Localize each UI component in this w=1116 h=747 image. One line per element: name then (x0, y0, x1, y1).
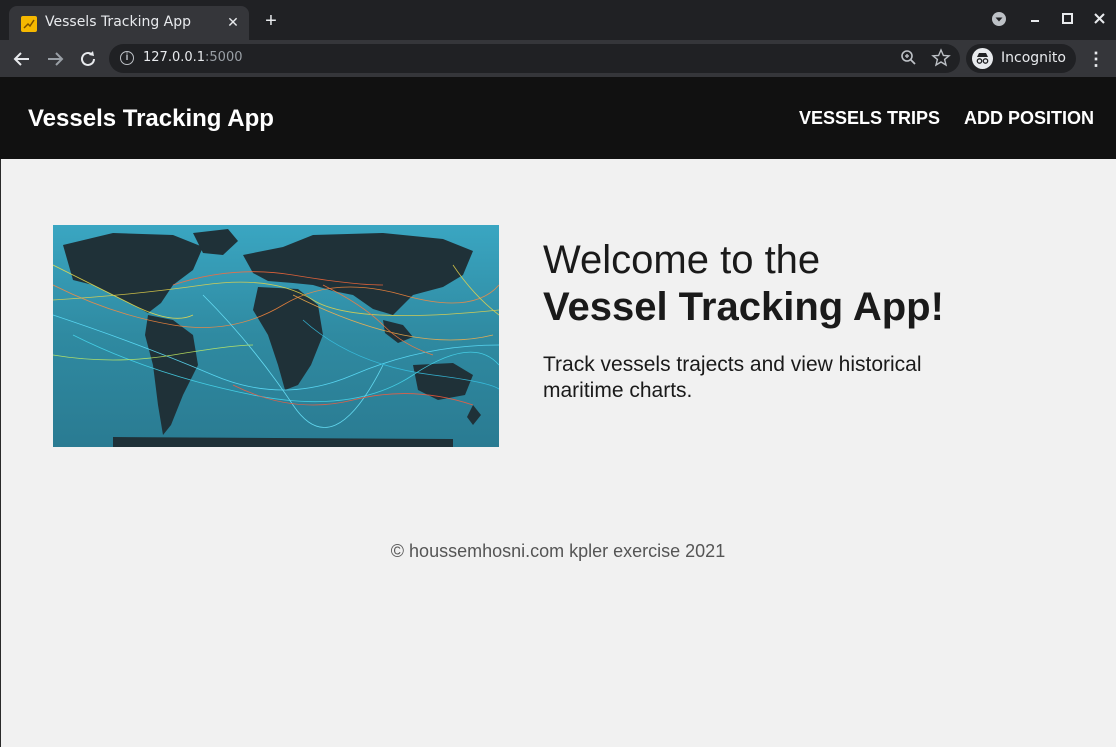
close-tab-icon[interactable]: ✕ (224, 13, 242, 31)
url-text: 127.0.0.1:5000 (143, 50, 243, 65)
browser-tab[interactable]: Vessels Tracking App ✕ (9, 6, 249, 40)
browser-toolbar: i 127.0.0.1:5000 Incognito ⋮ (0, 40, 1116, 77)
brand-title[interactable]: Vessels Tracking App (28, 105, 274, 133)
tab-search-icon[interactable] (988, 8, 1010, 30)
minimize-icon[interactable] (1025, 8, 1047, 30)
tab-title: Vessels Tracking App (45, 14, 192, 30)
nav-add-position[interactable]: ADD POSITION (964, 108, 1094, 129)
hero-title-line1: Welcome to the (543, 238, 821, 282)
info-icon[interactable]: i (120, 51, 134, 65)
hero-subtitle: Track vessels trajects and view historic… (543, 353, 922, 402)
incognito-indicator[interactable]: Incognito (966, 44, 1076, 73)
forward-arrow-icon[interactable] (43, 47, 67, 71)
hero-title-line2: Vessel Tracking App! (543, 285, 944, 329)
incognito-icon (972, 48, 993, 69)
nav-vessels-trips[interactable]: VESSELS TRIPS (799, 108, 940, 129)
world-shipping-map-image (53, 225, 499, 447)
address-bar[interactable]: i 127.0.0.1:5000 (109, 44, 960, 73)
zoom-icon[interactable] (899, 48, 919, 68)
footer-copyright: © houssemhosni.com kpler exercise 2021 (390, 541, 726, 561)
maximize-icon[interactable] (1057, 8, 1079, 30)
favicon-icon (21, 16, 37, 32)
page-edge (0, 159, 1, 747)
reload-icon[interactable] (76, 47, 100, 71)
app-navbar: Vessels Tracking App VESSELS TRIPS ADD P… (0, 77, 1116, 159)
browser-tabstrip: Vessels Tracking App ✕ + (0, 0, 1116, 40)
new-tab-icon[interactable]: + (260, 10, 282, 32)
incognito-label: Incognito (1001, 50, 1066, 66)
close-window-icon[interactable] (1089, 8, 1111, 30)
browser-menu-icon[interactable]: ⋮ (1086, 47, 1106, 71)
bookmark-star-icon[interactable] (931, 48, 951, 68)
back-arrow-icon[interactable] (10, 47, 34, 71)
